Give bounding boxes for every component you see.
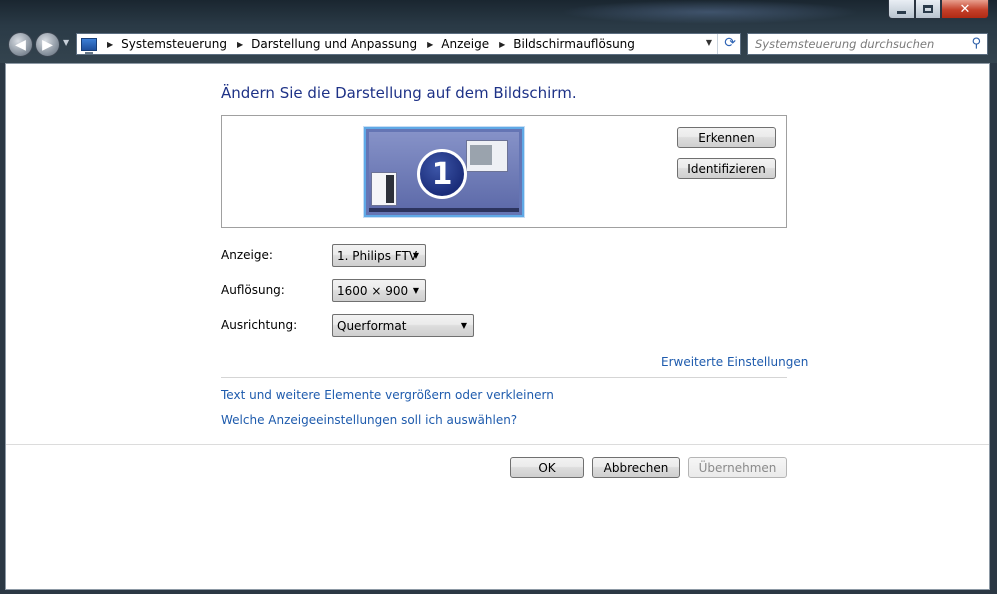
window-titlebar: ✕ ◀ ▶ ▼ ▶ Systemsteuerung ▶ Darstellung … xyxy=(0,0,997,64)
monitor-1-thumbnail[interactable]: 1 xyxy=(364,127,524,217)
maximize-icon xyxy=(923,5,933,13)
page-title: Ändern Sie die Darstellung auf dem Bilds… xyxy=(221,84,577,102)
chevron-down-icon: ▼ xyxy=(412,251,419,260)
window-frame-bottom xyxy=(0,590,997,594)
desktop-glow xyxy=(560,0,860,24)
back-button[interactable]: ◀ xyxy=(8,32,33,57)
footer-divider xyxy=(6,444,989,445)
breadcrumb-chevron-icon[interactable]: ▶ xyxy=(237,40,243,49)
control-panel-icon xyxy=(81,37,97,54)
window-frame-right xyxy=(990,63,997,594)
address-separator xyxy=(717,34,718,54)
apply-button[interactable]: Übernehmen xyxy=(688,457,787,478)
caption-buttons: ✕ xyxy=(888,0,989,19)
resolution-label: Auflösung: xyxy=(221,283,285,297)
orientation-select[interactable]: Querformat ▼ xyxy=(332,314,474,337)
text-size-link[interactable]: Text und weitere Elemente vergrößern ode… xyxy=(221,388,554,402)
breadcrumb-chevron-icon[interactable]: ▶ xyxy=(427,40,433,49)
detect-button[interactable]: Erkennen xyxy=(677,127,776,148)
monitor-window-icon xyxy=(466,140,508,172)
resolution-select[interactable]: 1600 × 900 ▼ xyxy=(332,279,426,302)
address-bar[interactable]: ▶ Systemsteuerung ▶ Darstellung und Anpa… xyxy=(76,33,741,55)
monitor-preview-panel: 1 Erkennen Identifizieren xyxy=(221,115,787,228)
minimize-button[interactable] xyxy=(888,0,915,19)
search-input[interactable] xyxy=(748,34,958,54)
which-settings-link[interactable]: Welche Anzeigeeinstellungen soll ich aus… xyxy=(221,413,517,427)
breadcrumb-item-bildschirmaufloesung[interactable]: Bildschirmauflösung xyxy=(513,37,635,51)
display-label: Anzeige: xyxy=(221,248,273,262)
monitor-document-icon xyxy=(371,172,397,206)
monitor-number-badge: 1 xyxy=(417,149,467,199)
arrow-left-icon: ◀ xyxy=(15,36,26,53)
recent-pages-dropdown-icon[interactable]: ▼ xyxy=(63,38,69,47)
chevron-down-icon: ▼ xyxy=(412,286,419,295)
resolution-select-value: 1600 × 900 xyxy=(337,283,409,298)
breadcrumb-item-darstellung[interactable]: Darstellung und Anpassung xyxy=(251,37,417,51)
monitor-taskbar xyxy=(369,208,519,212)
content-area: Ändern Sie die Darstellung auf dem Bilds… xyxy=(5,63,990,590)
minimize-icon xyxy=(897,10,906,14)
arrow-right-icon: ▶ xyxy=(42,36,53,53)
search-icon[interactable]: ⚲ xyxy=(971,36,981,51)
breadcrumb-item-anzeige[interactable]: Anzeige xyxy=(441,37,489,51)
close-icon: ✕ xyxy=(959,1,971,17)
orientation-select-value: Querformat xyxy=(337,318,407,333)
monitor-screen: 1 xyxy=(369,132,519,212)
breadcrumb: ▶ Systemsteuerung ▶ Darstellung und Anpa… xyxy=(107,37,645,51)
maximize-button[interactable] xyxy=(915,0,941,19)
search-box[interactable]: ⚲ xyxy=(747,33,988,55)
display-select[interactable]: 1. Philips FTV ▼ xyxy=(332,244,426,267)
breadcrumb-chevron-icon[interactable]: ▶ xyxy=(499,40,505,49)
identify-button[interactable]: Identifizieren xyxy=(677,158,776,179)
ok-button[interactable]: OK xyxy=(510,457,584,478)
address-dropdown-icon[interactable]: ▼ xyxy=(706,38,712,47)
forward-button[interactable]: ▶ xyxy=(35,32,60,57)
close-button[interactable]: ✕ xyxy=(941,0,989,19)
breadcrumb-chevron-icon[interactable]: ▶ xyxy=(107,40,113,49)
orientation-label: Ausrichtung: xyxy=(221,318,298,332)
chevron-down-icon: ▼ xyxy=(460,321,467,330)
advanced-settings-link[interactable]: Erweiterte Einstellungen xyxy=(661,355,808,369)
display-select-value: 1. Philips FTV xyxy=(337,248,418,263)
refresh-icon[interactable]: ⟳ xyxy=(724,35,736,51)
breadcrumb-item-systemsteuerung[interactable]: Systemsteuerung xyxy=(121,37,227,51)
divider xyxy=(221,377,787,378)
cancel-button[interactable]: Abbrechen xyxy=(592,457,680,478)
